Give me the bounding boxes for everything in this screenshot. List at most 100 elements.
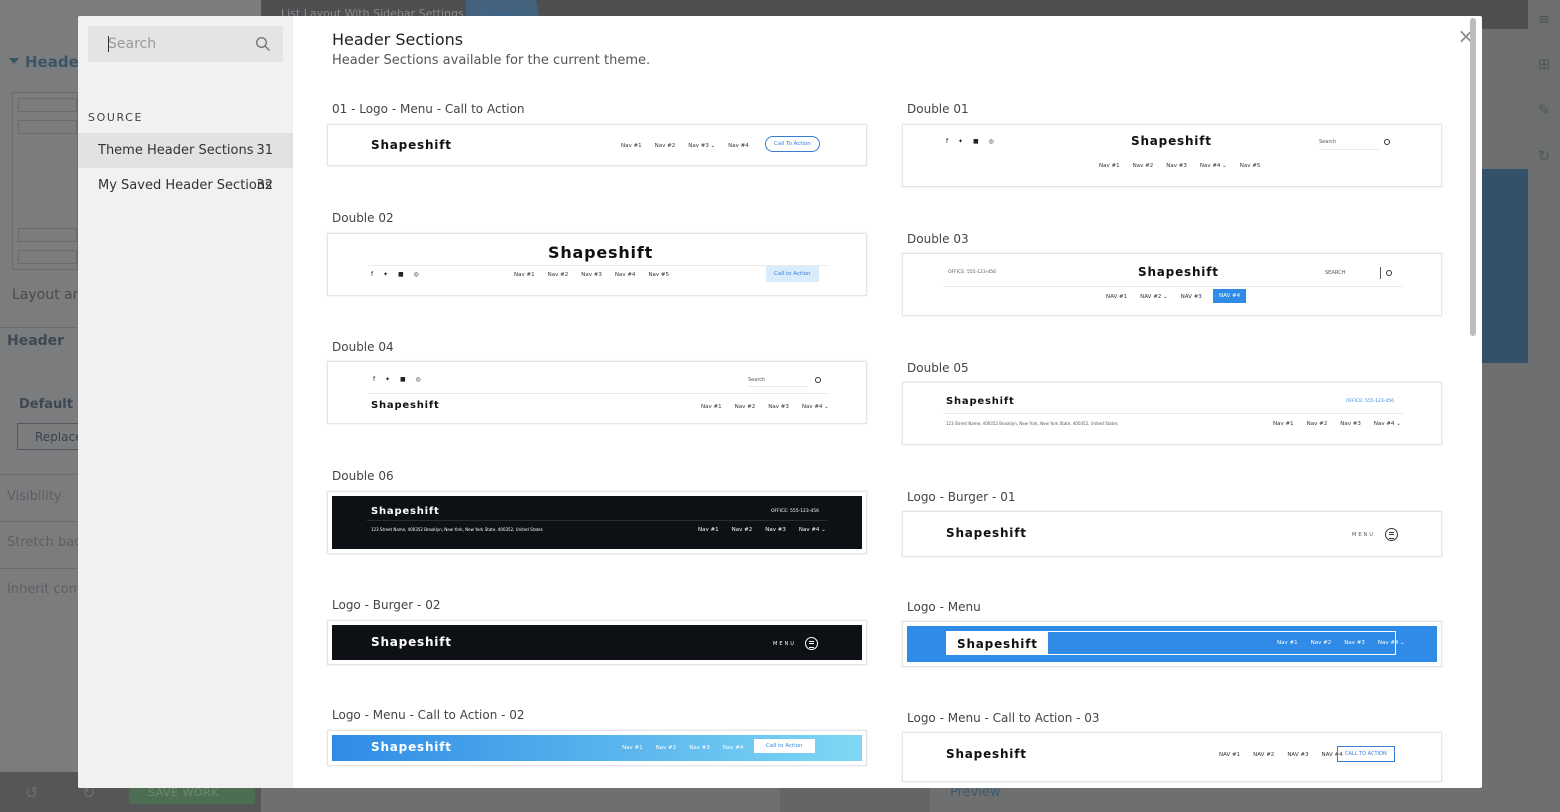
source-saved-sections[interactable]: My Saved Header Sections 32: [78, 168, 293, 203]
nav-menu: Nav #1 Nav #2 Nav #3 Nav #4 ⌄: [701, 404, 829, 410]
card-label: Double 04: [332, 340, 394, 354]
card-label: Logo - Burger - 02: [332, 598, 441, 612]
logo: Shapeshift: [946, 526, 1027, 540]
gradient-header-preview: Shapeshift Nav #1 Nav #2 Nav #3 Nav #4 Call…: [332, 735, 862, 761]
card-label: Double 01: [907, 102, 969, 116]
card-thumbnail: Shapeshift f ✦ ■ ◎ Nav #1 Nav #2 Nav #3 Nav…: [327, 233, 867, 296]
social-icons: f ✦ ■ ◎: [371, 271, 423, 278]
card-label: 01 - Logo - Menu - Call to Action: [332, 102, 525, 116]
logo: Shapeshift: [371, 400, 440, 411]
layout-preview: [12, 92, 78, 270]
nav-menu: Nav #1 Nav #2 Nav #3 Nav #4 ⌄: [1273, 421, 1401, 427]
card-label: Logo - Burger - 01: [907, 490, 1016, 504]
card-thumbnail: Shapeshift Nav #1 Nav #2 Nav #3 ⌄ Nav #4 Ca…: [327, 124, 867, 166]
layers-icon[interactable]: ≡: [1535, 10, 1553, 28]
nav-menu: Nav #1 Nav #2 Nav #3 Nav #4 ⌄ Nav #5: [1099, 163, 1261, 169]
logo: Shapeshift: [371, 635, 452, 649]
modal-subtitle: Header Sections available for the curren…: [332, 53, 651, 68]
modal-sidebar: SOURCE Theme Header Sections 31 My Saved…: [78, 16, 293, 788]
collapse-icon[interactable]: [9, 58, 19, 64]
cta-button: Call to Action: [754, 739, 815, 753]
inherit-label: Inherit cont: [7, 582, 82, 597]
search-icon: [1384, 139, 1390, 145]
search-input[interactable]: [88, 26, 248, 62]
dark-header-preview: Shapeshift MENU: [332, 625, 862, 660]
right-toolbar: [1528, 0, 1560, 812]
search-icon: [1386, 270, 1392, 276]
source-theme-sections[interactable]: Theme Header Sections 31: [78, 133, 293, 168]
card-thumbnail: Shapeshift MENU: [327, 620, 867, 665]
card-thumbnail: f ✦ ■ ◎ Shapeshift Search Nav #1 Nav #2 Na…: [902, 124, 1442, 187]
nav-menu: Nav #1 Nav #2 Nav #3 Nav #4 ⌄: [1277, 640, 1405, 646]
card-label: Logo - Menu - Call to Action - 03: [907, 711, 1100, 725]
refresh-icon[interactable]: ↻: [1535, 147, 1553, 165]
burger-icon: [805, 637, 818, 650]
burger-icon: [1385, 528, 1398, 541]
nav-menu: NAV #1 NAV #2 NAV #3 NAV #4: [1219, 752, 1343, 758]
scrollbar-thumb[interactable]: [1470, 18, 1476, 336]
add-icon[interactable]: ⊞: [1535, 55, 1553, 73]
nav-menu: Nav #1 Nav #2 Nav #3 Nav #4 ⌄: [698, 527, 826, 533]
office-text: OFFICE: 555-123-456: [948, 270, 996, 275]
brush-icon[interactable]: ✎: [1535, 101, 1553, 119]
source-label: Theme Header Sections: [98, 143, 254, 158]
logo: Shapeshift: [548, 243, 654, 262]
social-icons: f ✦ ■ ◎: [373, 376, 425, 383]
logo: Shapeshift: [947, 632, 1048, 654]
modal-title: Header Sections: [332, 30, 464, 49]
logo: Shapeshift: [946, 396, 1015, 407]
nav-menu: Nav #1 Nav #2 Nav #3 Nav #4: [622, 745, 744, 751]
undo-icon[interactable]: ↺: [25, 783, 38, 802]
menu-text: MENU: [773, 641, 796, 647]
cta-button: Call To Action: [765, 136, 820, 152]
replace-button[interactable]: Replace: [17, 423, 82, 450]
card-label: Double 05: [907, 361, 969, 375]
source-count: 31: [256, 143, 273, 158]
nav-active: NAV #4: [1213, 289, 1247, 303]
cta-button: Call to Action: [766, 266, 819, 282]
card-thumbnail: Shapeshift OFFICE: 555-123-456 123 Stree…: [902, 382, 1442, 445]
card-thumbnail: Shapeshift Nav #1 Nav #2 Nav #3 Nav #4 ⌄: [902, 621, 1442, 667]
card-thumbnail: Shapeshift NAV #1 NAV #2 NAV #3 NAV #4 CALL…: [902, 732, 1442, 782]
logo: Shapeshift: [371, 138, 452, 152]
address-text: 123 Street Name, 400352 Brooklyn, New Yo…: [371, 527, 543, 532]
card-thumbnail: f ✦ ■ ◎ Search Shapeshift Nav #1 Nav #2 Na…: [327, 361, 867, 424]
source-heading: SOURCE: [88, 111, 144, 124]
card-label: Logo - Menu: [907, 600, 981, 614]
card-label: Double 02: [332, 211, 394, 225]
card-thumbnail: Shapeshift OFFICE: 555-123-456 123 Stree…: [327, 491, 867, 554]
search-box[interactable]: [88, 26, 283, 62]
card-label: Double 06: [332, 469, 394, 483]
nav-menu: NAV #1 NAV #2 ⌄ NAV #3: [1106, 294, 1202, 300]
source-count: 32: [256, 178, 273, 193]
card-thumbnail: OFFICE: 555-123-456 Shapeshift SEARCH NA…: [902, 253, 1442, 316]
card-thumbnail: Shapeshift MENU: [902, 511, 1442, 557]
search-icon: [815, 377, 821, 383]
search-text: SEARCH: [1325, 270, 1346, 276]
header-sections-modal: SOURCE Theme Header Sections 31 My Saved…: [78, 16, 1482, 788]
header-label: Header: [7, 333, 65, 349]
logo: Shapeshift: [371, 740, 452, 754]
menu-text: MENU: [1352, 532, 1375, 538]
logo: Shapeshift: [371, 506, 440, 517]
logo: Shapeshift: [1138, 265, 1219, 279]
nav-menu: Nav #1 Nav #2 Nav #3 Nav #4 Nav #5: [514, 272, 670, 278]
card-thumbnail: Shapeshift Nav #1 Nav #2 Nav #3 Nav #4 Call…: [327, 730, 867, 766]
search-icon[interactable]: [255, 36, 271, 52]
card-label: Double 03: [907, 232, 969, 246]
office-text: OFFICE: 555-123-456: [1346, 399, 1394, 404]
search-text: Search: [748, 377, 766, 383]
address-text: 123 Street Name, 400352 Brooklyn, New Yo…: [946, 421, 1118, 426]
nav-menu: Nav #1 Nav #2 Nav #3 ⌄ Nav #4: [621, 143, 749, 149]
logo: Shapeshift: [946, 747, 1027, 761]
text-cursor: [108, 36, 109, 52]
cta-button: CALL TO ACTION: [1337, 746, 1395, 762]
visibility-label: Visibility: [7, 489, 62, 504]
canvas-blue-block: [1482, 169, 1528, 363]
card-label: Logo - Menu - Call to Action - 02: [332, 708, 525, 722]
logo: Shapeshift: [1131, 134, 1212, 148]
source-label: My Saved Header Sections: [98, 178, 272, 193]
stretch-label: Stretch back: [7, 535, 89, 550]
modal-main: Header Sections Header Sections availabl…: [293, 16, 1482, 788]
social-icons: f ✦ ■ ◎: [946, 138, 998, 145]
